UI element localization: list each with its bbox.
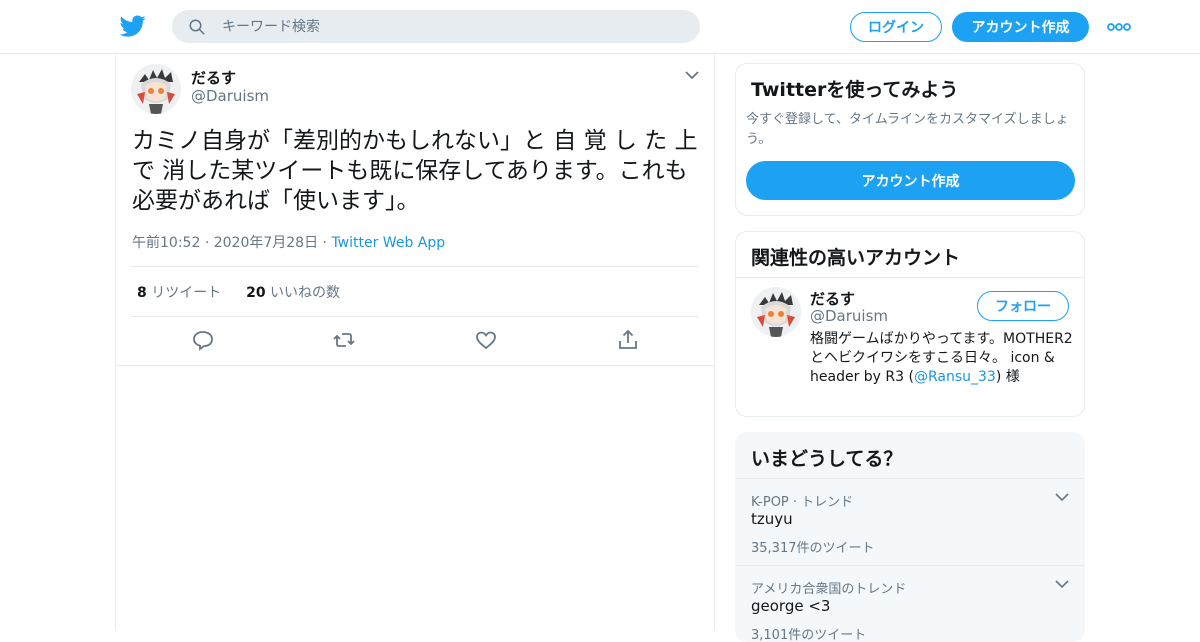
top-navigation-bar: ログイン アカウント作成 <box>0 0 1200 54</box>
related-account-bio: 格闘ゲームばかりやってます。MOTHER2とヘビクイワシをすこる日々。 icon… <box>810 331 1073 385</box>
divider <box>131 266 699 267</box>
tweet-stats: 8 リツイート 20 いいねの数 <box>137 282 340 302</box>
share-icon[interactable] <box>616 328 640 352</box>
search-box[interactable] <box>172 10 700 43</box>
follow-button[interactable]: フォロー <box>977 291 1069 321</box>
search-icon <box>189 19 205 35</box>
related-accounts-title: 関連性の高いアカウント <box>751 247 961 269</box>
divider <box>736 277 1084 278</box>
signup-card-description: 今すぐ登録して、タイムラインをカスタマイズしましょう。 <box>746 112 1069 147</box>
signup-card-title: Twitterを使ってみよう <box>751 79 959 101</box>
trend-item[interactable]: K-POP · トレンド tzuyu 35,317件のツイート <box>736 478 1084 565</box>
more-options-icon[interactable] <box>1106 18 1132 36</box>
tweet-author-handle[interactable]: @Daruism <box>191 87 269 105</box>
separator-dot: · <box>204 235 214 251</box>
chevron-down-icon[interactable] <box>1055 579 1069 589</box>
trend-count: 3,101件のツイート <box>751 628 867 642</box>
divider <box>131 316 699 317</box>
divider <box>116 365 714 366</box>
trend-name[interactable]: george <3 <box>751 597 830 615</box>
like-stat[interactable]: 20 いいねの数 <box>246 285 340 301</box>
login-button[interactable]: ログイン <box>850 12 942 42</box>
tweet-text: カミノ自身が「差別的かもしれない」と 自 覚 し た 上 で 消した某ツイートも… <box>132 128 698 214</box>
tweet-time[interactable]: 午前10:52 <box>132 235 200 251</box>
trend-context: アメリカ合衆国のトレンド <box>751 582 907 597</box>
tweet-source-link[interactable]: Twitter Web App <box>331 235 445 251</box>
search-input[interactable] <box>222 10 682 43</box>
chevron-down-icon[interactable] <box>1055 492 1069 502</box>
avatar[interactable] <box>131 64 181 114</box>
signup-card: Twitterを使ってみよう 今すぐ登録して、タイムラインをカスタマイズしましょ… <box>735 63 1085 216</box>
tweet-actions <box>116 328 714 354</box>
trend-name[interactable]: tzuyu <box>751 510 793 528</box>
tweet-detail-panel: だるす @Daruism カミノ自身が「差別的かもしれない」と 自 覚 し た … <box>115 54 715 630</box>
trend-item[interactable]: アメリカ合衆国のトレンド george <3 3,101件のツイート <box>736 565 1084 642</box>
related-account-handle[interactable]: @Daruism <box>810 307 888 325</box>
retweet-stat[interactable]: 8 リツイート <box>137 285 221 301</box>
like-heart-icon[interactable] <box>474 328 498 352</box>
trend-context: K-POP · トレンド <box>751 495 854 510</box>
tweet-author-name[interactable]: だるす <box>191 67 236 88</box>
tweet-meta: 午前10:52 · 2020年7月28日 · Twitter Web App <box>132 232 445 252</box>
create-account-button[interactable]: アカウント作成 <box>746 161 1075 200</box>
trends-card: いまどうしてる？ K-POP · トレンド tzuyu 35,317件のツイート… <box>735 432 1085 642</box>
chevron-down-icon[interactable] <box>684 69 700 81</box>
avatar[interactable] <box>751 287 801 337</box>
reply-icon[interactable] <box>191 328 215 352</box>
trends-title: いまどうしてる？ <box>751 448 903 470</box>
retweet-icon[interactable] <box>332 328 356 352</box>
signup-button[interactable]: アカウント作成 <box>952 12 1089 42</box>
tweet-date[interactable]: 2020年7月28日 <box>214 235 318 251</box>
related-account-name[interactable]: だるす <box>810 288 855 309</box>
bio-mention-link[interactable]: @Ransu_33 <box>914 369 996 385</box>
twitter-bird-icon[interactable] <box>120 13 146 39</box>
related-accounts-card: 関連性の高いアカウント だるす @Daruism フォロー 格闘ゲームばかりやっ… <box>735 231 1085 417</box>
trend-count: 35,317件のツイート <box>751 541 875 556</box>
